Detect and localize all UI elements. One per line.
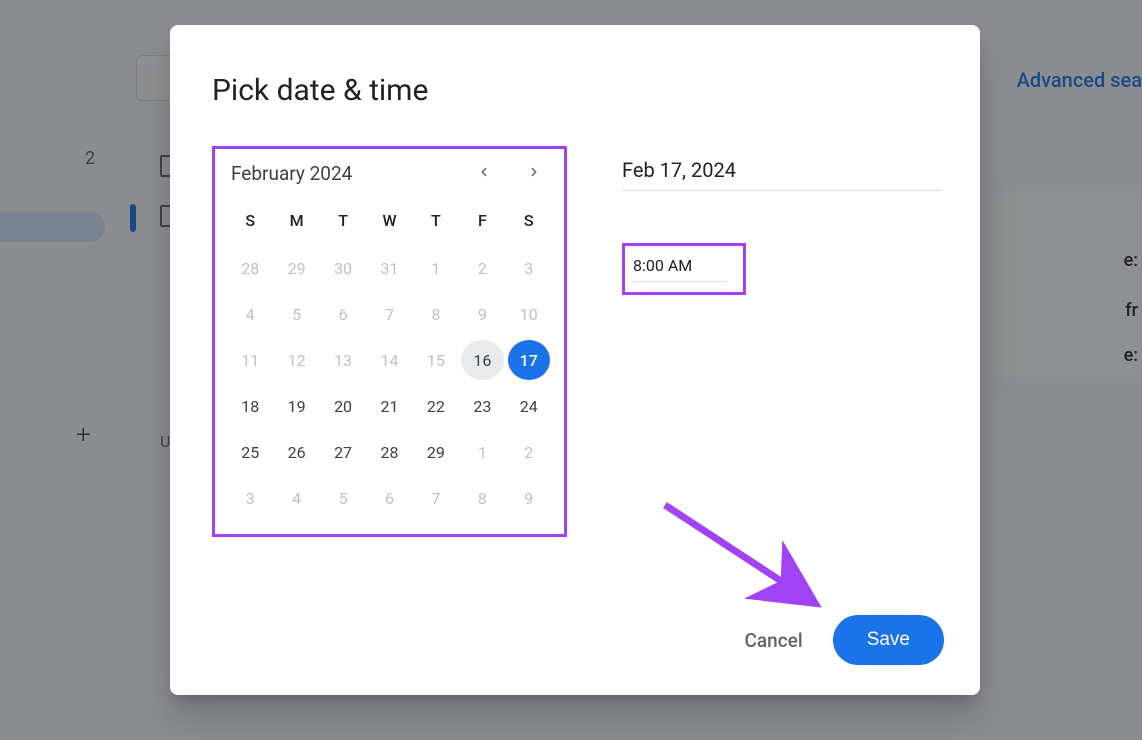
prev-month-button[interactable] <box>470 159 498 187</box>
calendar-day-cell[interactable]: 27 <box>322 432 364 472</box>
calendar-day-cell[interactable]: 18 <box>229 386 271 426</box>
calendar-day-cell[interactable]: 4 <box>229 294 271 334</box>
calendar-day-cell[interactable]: 2 <box>461 248 503 288</box>
calendar-day-cell[interactable]: 5 <box>322 478 364 518</box>
calendar-day-cell[interactable]: 17 <box>508 340 550 380</box>
calendar-day-cell[interactable]: 11 <box>229 340 271 380</box>
calendar-day-cell[interactable]: 3 <box>229 478 271 518</box>
calendar-day-cell[interactable]: 8 <box>415 294 457 334</box>
calendar-day-cell[interactable]: 3 <box>508 248 550 288</box>
calendar-day-cell[interactable]: 1 <box>415 248 457 288</box>
calendar-day-cell[interactable]: 6 <box>322 294 364 334</box>
calendar-day-cell[interactable]: 20 <box>322 386 364 426</box>
calendar-day-cell[interactable]: 9 <box>461 294 503 334</box>
calendar-day-cell[interactable]: 13 <box>322 340 364 380</box>
calendar-day-cell[interactable]: 23 <box>461 386 503 426</box>
date-input[interactable]: Feb 17, 2024 <box>622 154 942 191</box>
calendar-day-cell[interactable]: 8 <box>461 478 503 518</box>
calendar-dow-header: S <box>229 205 271 242</box>
pick-date-time-dialog: Pick date & time February 2024 <box>170 25 980 695</box>
calendar-dow-header: W <box>368 205 410 242</box>
calendar-grid: SMTWTFS282930311234567891011121314151617… <box>229 205 550 518</box>
calendar-month-label: February 2024 <box>231 162 352 185</box>
calendar-day-cell[interactable]: 15 <box>415 340 457 380</box>
calendar-day-cell[interactable]: 28 <box>229 248 271 288</box>
calendar-day-cell[interactable]: 29 <box>275 248 317 288</box>
calendar-day-cell[interactable]: 2 <box>508 432 550 472</box>
calendar-dow-header: T <box>322 205 364 242</box>
calendar-dow-header: F <box>461 205 503 242</box>
calendar-day-cell[interactable]: 4 <box>275 478 317 518</box>
calendar-day-cell[interactable]: 24 <box>508 386 550 426</box>
time-highlight-annotation: 8:00 AM <box>622 243 746 295</box>
calendar-day-cell[interactable]: 9 <box>508 478 550 518</box>
calendar-day-cell[interactable]: 25 <box>229 432 271 472</box>
calendar-day-cell[interactable]: 29 <box>415 432 457 472</box>
next-month-button[interactable] <box>520 159 548 187</box>
chevron-right-icon <box>527 164 541 183</box>
calendar-day-cell[interactable]: 5 <box>275 294 317 334</box>
calendar-day-cell[interactable]: 7 <box>368 294 410 334</box>
calendar-day-cell[interactable]: 10 <box>508 294 550 334</box>
calendar-dow-header: M <box>275 205 317 242</box>
cancel-button[interactable]: Cancel <box>745 629 803 652</box>
calendar-day-cell[interactable]: 14 <box>368 340 410 380</box>
calendar-day-cell[interactable]: 30 <box>322 248 364 288</box>
calendar-day-cell[interactable]: 31 <box>368 248 410 288</box>
calendar-dow-header: S <box>508 205 550 242</box>
chevron-left-icon <box>477 164 491 183</box>
calendar-day-cell[interactable]: 6 <box>368 478 410 518</box>
calendar-day-cell[interactable]: 21 <box>368 386 410 426</box>
calendar-day-cell[interactable]: 7 <box>415 478 457 518</box>
calendar-dow-header: T <box>415 205 457 242</box>
calendar-day-cell[interactable]: 26 <box>275 432 317 472</box>
calendar-day-cell[interactable]: 28 <box>368 432 410 472</box>
calendar-widget: February 2024 SMTWTFS2829303112345678910… <box>212 146 567 537</box>
calendar-day-cell[interactable]: 1 <box>461 432 503 472</box>
time-input[interactable]: 8:00 AM <box>633 256 727 282</box>
calendar-day-cell[interactable]: 12 <box>275 340 317 380</box>
calendar-day-cell[interactable]: 19 <box>275 386 317 426</box>
calendar-day-cell[interactable]: 16 <box>461 340 503 380</box>
calendar-day-cell[interactable]: 22 <box>415 386 457 426</box>
save-button[interactable]: Save <box>833 615 944 665</box>
dialog-title: Pick date & time <box>212 73 942 108</box>
